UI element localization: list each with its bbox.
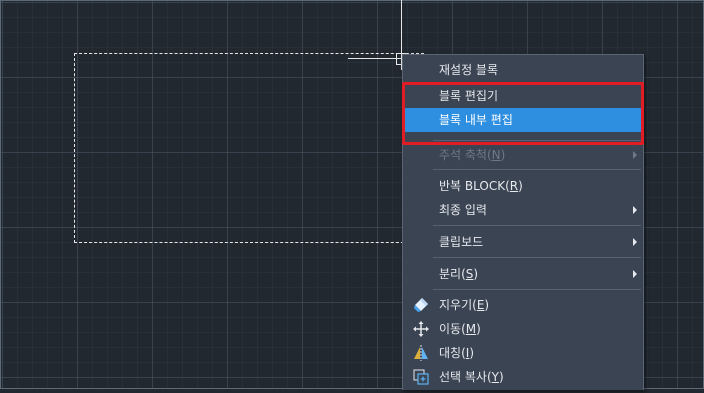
menu-item-label: 재설정 블록: [439, 63, 499, 77]
menu-item-label: 최종 입력: [439, 203, 487, 217]
menu-item-clipboard[interactable]: 클립보드: [403, 230, 643, 254]
menu-separator: [433, 257, 641, 258]
selected-block-outline[interactable]: [74, 53, 424, 243]
menu-item-label: 클립보드: [439, 235, 484, 249]
menu-item-label: 지우기(E): [439, 298, 490, 312]
menu-item-copy-selection[interactable]: 선택 복사(Y): [403, 365, 643, 389]
menu-item-recent-input[interactable]: 최종 입력: [403, 198, 643, 222]
menu-item-label: 이동(M): [439, 322, 481, 336]
menu-item-annotation-scale[interactable]: 주석 축척(N): [403, 143, 643, 167]
menu-separator: [433, 289, 641, 290]
menu-separator: [433, 225, 641, 226]
menu-item-label: 대칭(I): [439, 346, 475, 360]
copy-selection-icon: [413, 369, 429, 385]
menu-item-mirror[interactable]: 대칭(I): [403, 341, 643, 365]
menu-item-reset-block[interactable]: 재설정 블록: [403, 58, 643, 82]
eraser-icon: [413, 297, 429, 313]
menu-separator: [433, 169, 641, 170]
move-icon: [413, 321, 429, 337]
menu-item-move[interactable]: 이동(M): [403, 317, 643, 341]
submenu-arrow-icon: [633, 270, 637, 278]
menu-item-label: 주석 축척(N): [439, 148, 506, 162]
menu-item-label: 분리(S): [439, 267, 479, 281]
menu-item-label: 반복 BLOCK(R): [439, 179, 523, 193]
menu-item-repeat-block[interactable]: 반복 BLOCK(R): [403, 174, 643, 198]
menu-item-label: 선택 복사(Y): [439, 370, 504, 384]
highlight-callout-box: [402, 82, 644, 145]
submenu-arrow-icon: [633, 151, 637, 159]
submenu-arrow-icon: [633, 206, 637, 214]
menu-item-erase[interactable]: 지우기(E): [403, 293, 643, 317]
mirror-icon: [413, 345, 429, 361]
submenu-arrow-icon: [633, 238, 637, 246]
menu-item-isolate[interactable]: 분리(S): [403, 262, 643, 286]
